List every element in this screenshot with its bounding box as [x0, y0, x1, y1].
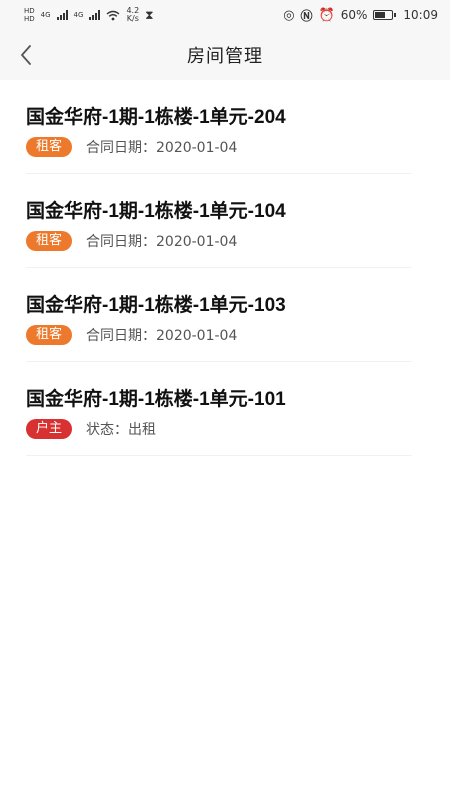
eye-comfort-icon: ◎ [283, 7, 295, 23]
room-detail: 合同日期：2020-01-04 [86, 328, 238, 344]
room-meta: 户主 状态：出租 [26, 419, 424, 439]
room-title: 国金华府-1期-1栋楼-1单元-104 [26, 201, 286, 222]
hd-label-2: HD [24, 15, 35, 23]
nav-bar: 房间管理 [0, 30, 450, 80]
room-card[interactable]: 国金华府-1期-1栋楼-1单元-204 租客 合同日期：2020-01-04 [0, 80, 450, 174]
status-left: HD HD 4G 4G 4.2 K/s ⧗ [24, 7, 154, 24]
room-title: 国金华府-1期-1栋楼-1单元-103 [26, 295, 286, 316]
room-detail: 状态：出租 [86, 422, 156, 438]
page-title: 房间管理 [187, 46, 263, 67]
sim1-type: 4G [40, 11, 51, 19]
room-list: 国金华府-1期-1栋楼-1单元-204 租客 合同日期：2020-01-04 国… [0, 80, 450, 456]
room-meta: 租客 合同日期：2020-01-04 [26, 231, 424, 251]
back-button[interactable] [4, 30, 48, 80]
chevron-left-icon [21, 45, 31, 65]
battery-percent: 60% [340, 8, 368, 22]
signal-icon [56, 10, 68, 20]
signal-icon-2 [89, 10, 101, 20]
status-bar: HD HD 4G 4G 4.2 K/s ⧗ ◎ Ⓝ ⏰ 60% 10:09 [0, 0, 450, 30]
room-detail: 合同日期：2020-01-04 [86, 234, 238, 250]
clock-time: 10:09 [403, 8, 438, 22]
hd-indicator: HD HD [24, 7, 35, 23]
alarm-icon: ⏰ [318, 7, 335, 23]
room-card[interactable]: 国金华府-1期-1栋楼-1单元-103 租客 合同日期：2020-01-04 [0, 268, 450, 362]
room-card[interactable]: 国金华府-1期-1栋楼-1单元-101 户主 状态：出租 [0, 362, 450, 456]
net-speed: 4.2 K/s [126, 7, 139, 23]
room-title: 国金华府-1期-1栋楼-1单元-101 [26, 389, 286, 410]
role-badge: 租客 [26, 325, 72, 345]
hd-label-1: HD [24, 7, 35, 15]
wifi-icon [106, 10, 120, 20]
room-detail: 合同日期：2020-01-04 [86, 140, 238, 156]
role-badge: 租客 [26, 137, 72, 157]
room-title: 国金华府-1期-1栋楼-1单元-204 [26, 107, 286, 128]
nfc-icon: Ⓝ [300, 8, 313, 23]
role-badge: 户主 [26, 419, 72, 439]
room-card[interactable]: 国金华府-1期-1栋楼-1单元-104 租客 合同日期：2020-01-04 [0, 174, 450, 268]
net-speed-unit: K/s [126, 14, 139, 23]
room-meta: 租客 合同日期：2020-01-04 [26, 137, 424, 157]
room-meta: 租客 合同日期：2020-01-04 [26, 325, 424, 345]
role-badge: 租客 [26, 231, 72, 251]
hourglass-icon: ⧗ [145, 7, 154, 22]
status-right: ◎ Ⓝ ⏰ 60% 10:09 [283, 7, 438, 24]
sim2-type: 4G [73, 11, 84, 19]
battery-icon [373, 10, 397, 20]
